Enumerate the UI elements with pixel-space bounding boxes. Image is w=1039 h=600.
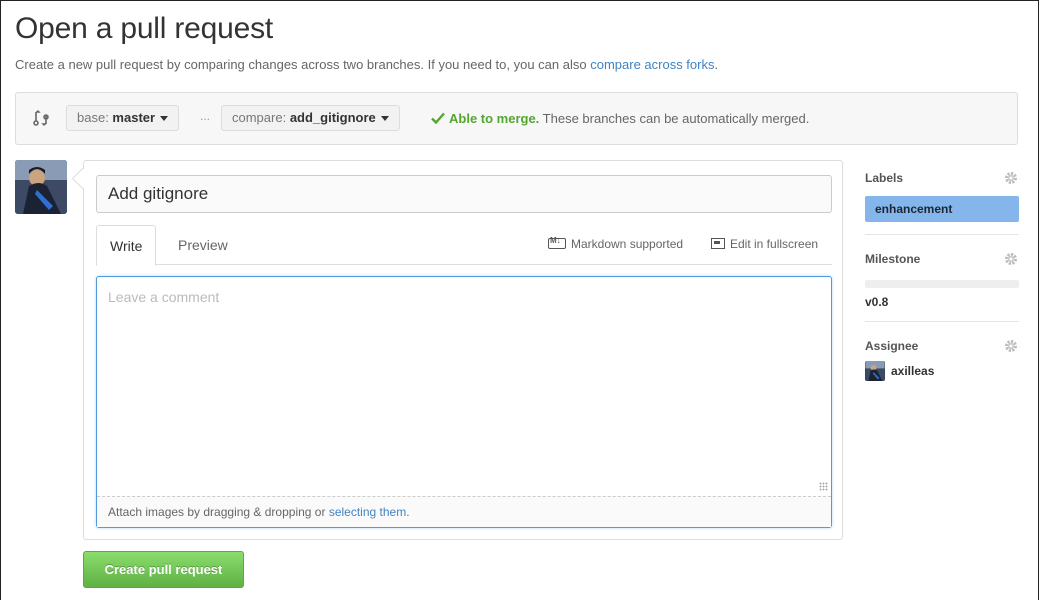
assignee-avatar bbox=[865, 361, 885, 381]
gear-icon[interactable] bbox=[1003, 170, 1019, 186]
base-branch-name: master bbox=[112, 110, 156, 125]
label-enhancement[interactable]: enhancement bbox=[865, 196, 1019, 222]
attach-images-area[interactable]: Attach images by dragging & dropping or … bbox=[97, 496, 831, 527]
chevron-down-icon bbox=[160, 116, 169, 122]
tab-preview[interactable]: Preview bbox=[165, 225, 241, 265]
attach-text: Attach images by dragging & dropping or bbox=[108, 505, 329, 519]
compare-branch-name: add_gitignore bbox=[289, 110, 376, 125]
page-title: Open a pull request bbox=[15, 12, 274, 45]
subtitle-text: Create a new pull request by comparing c… bbox=[15, 57, 591, 72]
markdown-label: Markdown supported bbox=[571, 237, 684, 251]
milestone-section: Milestone v0.8 bbox=[865, 247, 1019, 322]
milestone-heading: Milestone bbox=[865, 252, 921, 266]
avatar[interactable] bbox=[15, 160, 67, 214]
fullscreen-button[interactable]: Edit in fullscreen bbox=[711, 237, 818, 251]
compare-prefix: compare: bbox=[232, 110, 290, 125]
pull-request-form: Add gitignore Write Preview Markdown sup… bbox=[83, 160, 843, 540]
editor-tabs: Write Preview Markdown supported Edit in… bbox=[96, 225, 832, 266]
avatar-image bbox=[15, 160, 67, 214]
comment-editor: Attach images by dragging & dropping or … bbox=[96, 276, 832, 528]
merge-status-label: Able to merge. bbox=[449, 111, 540, 126]
branch-range-bar: base: master ... compare: add_gitignore … bbox=[15, 92, 1018, 145]
base-prefix: base: bbox=[77, 110, 113, 125]
create-pull-request-button[interactable]: Create pull request bbox=[83, 551, 244, 588]
tab-write[interactable]: Write bbox=[96, 225, 157, 266]
comment-textarea[interactable] bbox=[97, 277, 831, 494]
assignee-name: axilleas bbox=[891, 364, 935, 378]
merge-status-detail: These branches can be automatically merg… bbox=[539, 111, 810, 126]
resize-grip-icon[interactable] bbox=[819, 482, 828, 491]
chevron-down-icon bbox=[380, 116, 389, 122]
milestone-name[interactable]: v0.8 bbox=[865, 295, 1019, 309]
assignee-section: Assignee axilleas bbox=[865, 334, 1019, 393]
labels-heading: Labels bbox=[865, 171, 904, 185]
fullscreen-icon bbox=[711, 238, 725, 249]
git-compare-icon bbox=[33, 110, 49, 126]
base-branch-selector[interactable]: base: master bbox=[66, 105, 180, 131]
gear-icon[interactable] bbox=[1003, 251, 1019, 267]
milestone-progress-bar bbox=[865, 280, 1019, 288]
sidebar: Labels enhancement Milestone v0.8 Assign… bbox=[865, 166, 1019, 405]
attach-end: . bbox=[406, 505, 410, 519]
pr-title-input[interactable]: Add gitignore bbox=[96, 175, 832, 213]
assignee-avatar-image bbox=[865, 361, 885, 381]
page-subtitle: Create a new pull request by comparing c… bbox=[15, 57, 718, 72]
subtitle-end: . bbox=[714, 57, 719, 72]
select-files-link[interactable]: selecting them bbox=[329, 505, 406, 519]
branch-separator: ... bbox=[200, 109, 211, 123]
merge-status: Able to merge. These branches can be aut… bbox=[431, 111, 809, 126]
markdown-supported-link[interactable]: Markdown supported bbox=[548, 236, 684, 251]
assignee-user[interactable]: axilleas bbox=[865, 361, 1019, 381]
gear-icon[interactable] bbox=[1003, 338, 1019, 354]
compare-across-forks-link[interactable]: compare across forks bbox=[590, 57, 714, 72]
assignee-heading: Assignee bbox=[865, 339, 919, 353]
fullscreen-label: Edit in fullscreen bbox=[730, 237, 819, 251]
labels-section: Labels enhancement bbox=[865, 166, 1019, 235]
check-icon bbox=[431, 112, 445, 124]
markdown-icon bbox=[548, 236, 566, 249]
compare-branch-selector[interactable]: compare: add_gitignore bbox=[221, 105, 400, 131]
